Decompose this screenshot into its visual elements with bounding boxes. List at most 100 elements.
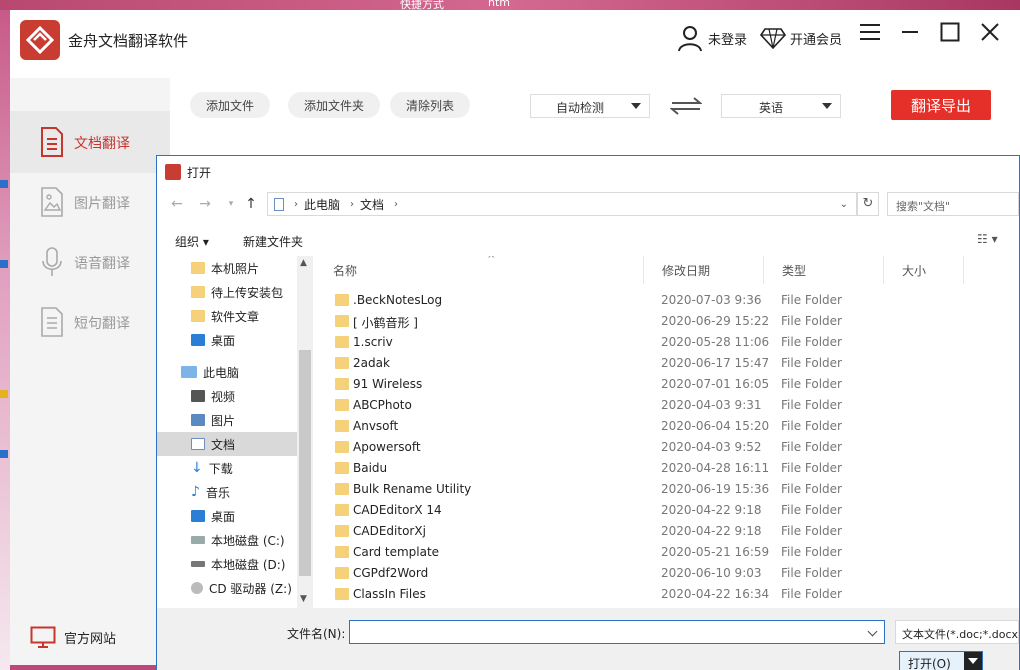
file-row[interactable]: [ 小鹤音形 ] 2020-06-29 15:22 File Folder	[317, 311, 1019, 332]
file-row[interactable]: Anvsoft 2020-06-04 15:20 File Folder	[317, 416, 1019, 437]
nav-item-documents[interactable]: 文档	[157, 432, 297, 456]
drive-icon	[191, 536, 205, 544]
scroll-up-icon[interactable]: ▲	[300, 258, 307, 268]
file-row[interactable]: Baidu 2020-04-28 16:11 File Folder	[317, 458, 1019, 479]
folder-icon	[335, 420, 349, 432]
translate-export-button[interactable]: 翻译导出	[891, 90, 991, 120]
file-name: .BeckNotesLog	[353, 293, 443, 307]
breadcrumb-documents[interactable]: 文档	[360, 196, 384, 213]
file-row[interactable]: CADEditorX 14 2020-04-22 9:18 File Folder	[317, 500, 1019, 521]
nav-item-drive-d[interactable]: 本地磁盘 (D:)	[157, 552, 297, 576]
navigation-scrollbar[interactable]: ▲ ▼	[297, 256, 313, 608]
nav-item-folder[interactable]: 本机照片	[157, 256, 297, 280]
scrollbar-thumb[interactable]	[299, 350, 311, 576]
forward-button[interactable]: →	[195, 194, 215, 214]
nav-item-drive-c[interactable]: 本地磁盘 (C:)	[157, 528, 297, 552]
minimize-button[interactable]	[896, 18, 924, 46]
nav-item-videos[interactable]: 视频	[157, 384, 297, 408]
nav-item-desktop[interactable]: 桌面	[157, 328, 297, 352]
file-row[interactable]: .BeckNotesLog 2020-07-03 9:36 File Folder	[317, 290, 1019, 311]
vip-button[interactable]: 开通会员	[760, 18, 842, 58]
login-button[interactable]: 未登录	[676, 18, 747, 58]
maximize-button[interactable]	[936, 18, 964, 46]
nav-item-this-pc[interactable]: 此电脑	[157, 360, 297, 384]
app-title: 金舟文档翻译软件	[68, 32, 189, 50]
filetype-select[interactable]: 文本文件(*.doc;*.docx	[895, 620, 1019, 644]
document-icon	[274, 197, 284, 211]
column-header-date[interactable]: 修改日期	[644, 256, 764, 284]
sidebar-item-voice-translate[interactable]: 语音翻译	[10, 231, 170, 293]
nav-item-pictures[interactable]: 图片	[157, 408, 297, 432]
column-header-name[interactable]: 名称	[317, 256, 644, 284]
maximize-icon	[940, 22, 960, 42]
file-row[interactable]: ABCPhoto 2020-04-03 9:31 File Folder	[317, 395, 1019, 416]
file-row[interactable]: Card template 2020-05-21 16:59 File Folder	[317, 542, 1019, 563]
clear-list-button[interactable]: 清除列表	[390, 92, 471, 118]
view-options-button[interactable]: ☷ ▾	[977, 232, 998, 246]
open-file-dialog: 打开 ← → ▾ ↑ › 此电脑 › 文档 › ⌄ ↻ 搜索"文档" 组织 ▾ …	[156, 155, 1020, 670]
chevron-down-icon[interactable]: ⌄	[840, 199, 848, 210]
chevron-down-icon[interactable]	[867, 626, 878, 637]
source-language-select[interactable]: 自动检测	[530, 94, 650, 118]
folder-icon	[191, 262, 205, 274]
folder-icon	[335, 567, 349, 579]
monitor-icon	[30, 626, 56, 648]
nav-item-folder[interactable]: 待上传安装包	[157, 280, 297, 304]
nav-item-folder[interactable]: 软件文章	[157, 304, 297, 328]
recent-locations-button[interactable]: ▾	[221, 194, 241, 214]
column-header-label: 大小	[902, 264, 927, 278]
column-header-size[interactable]: 大小	[884, 256, 964, 284]
target-language-select[interactable]: 英语	[721, 94, 841, 118]
file-name: Anvsoft	[353, 419, 399, 433]
file-row[interactable]: 1.scriv 2020-05-28 11:06 File Folder	[317, 332, 1019, 353]
sidebar-item-label: 图片翻译	[74, 196, 130, 212]
open-options-dropdown[interactable]	[964, 652, 982, 670]
folder-icon	[335, 588, 349, 600]
menu-button[interactable]	[856, 18, 884, 46]
nav-item-label: 桌面	[211, 333, 236, 348]
file-row[interactable]: Bulk Rename Utility 2020-06-19 15:36 File …	[317, 479, 1019, 500]
desktop-file-label: htm	[488, 0, 510, 9]
nav-item-label: 软件文章	[211, 309, 260, 324]
new-folder-button[interactable]: 新建文件夹	[243, 233, 303, 250]
hamburger-icon	[860, 24, 880, 40]
file-type: File Folder	[781, 314, 842, 328]
nav-item-downloads[interactable]: ↓ 下载	[157, 456, 297, 480]
folder-icon	[335, 294, 349, 306]
column-header-label: 类型	[782, 264, 807, 278]
add-folder-button[interactable]: 添加文件夹	[288, 92, 381, 118]
add-file-button[interactable]: 添加文件	[190, 92, 271, 118]
desktop-icon	[191, 334, 205, 346]
close-button[interactable]	[976, 18, 1004, 46]
file-row[interactable]: CADEditorXj 2020-04-22 9:18 File Folder	[317, 521, 1019, 542]
official-website-link[interactable]: 官方网站	[30, 626, 116, 648]
sidebar-item-sentence-translate[interactable]: 短句翻译	[10, 291, 170, 353]
back-button[interactable]: ←	[167, 194, 187, 214]
file-row[interactable]: ClassIn Files 2020-04-22 16:34 File Folder	[317, 584, 1019, 605]
image-icon	[41, 187, 63, 217]
official-website-label: 官方网站	[64, 631, 117, 647]
filename-input[interactable]	[349, 620, 885, 644]
open-button[interactable]: 打开(O)	[899, 651, 983, 670]
microphone-icon	[42, 247, 62, 276]
sidebar-item-doc-translate[interactable]: 文档翻译	[10, 111, 170, 173]
file-type: File Folder	[781, 482, 842, 496]
file-type: File Folder	[781, 440, 842, 454]
nav-item-cd-drive[interactable]: CD 驱动器 (Z:)	[157, 576, 297, 600]
up-button[interactable]: ↑	[241, 194, 261, 214]
file-row[interactable]: Apowersoft 2020-04-03 9:52 File Folder	[317, 437, 1019, 458]
file-row[interactable]: 91 Wireless 2020-07-01 16:05 File Folder	[317, 374, 1019, 395]
swap-languages-button[interactable]	[669, 96, 703, 119]
address-bar[interactable]: › 此电脑 › 文档 › ⌄	[267, 192, 857, 216]
column-header-type[interactable]: 类型	[764, 256, 884, 284]
search-input[interactable]: 搜索"文档"	[887, 192, 1019, 216]
scroll-down-icon[interactable]: ▼	[300, 594, 307, 604]
nav-item-desktop[interactable]: 桌面	[157, 504, 297, 528]
file-row[interactable]: CGPdf2Word 2020-06-10 9:03 File Folder	[317, 563, 1019, 584]
file-row[interactable]: 2adak 2020-06-17 15:47 File Folder	[317, 353, 1019, 374]
nav-item-music[interactable]: ♪ 音乐	[157, 480, 297, 504]
breadcrumb-this-pc[interactable]: 此电脑	[304, 196, 340, 213]
refresh-button[interactable]: ↻	[857, 192, 879, 216]
organize-menu[interactable]: 组织 ▾	[175, 233, 209, 250]
sidebar-item-image-translate[interactable]: 图片翻译	[10, 171, 170, 233]
